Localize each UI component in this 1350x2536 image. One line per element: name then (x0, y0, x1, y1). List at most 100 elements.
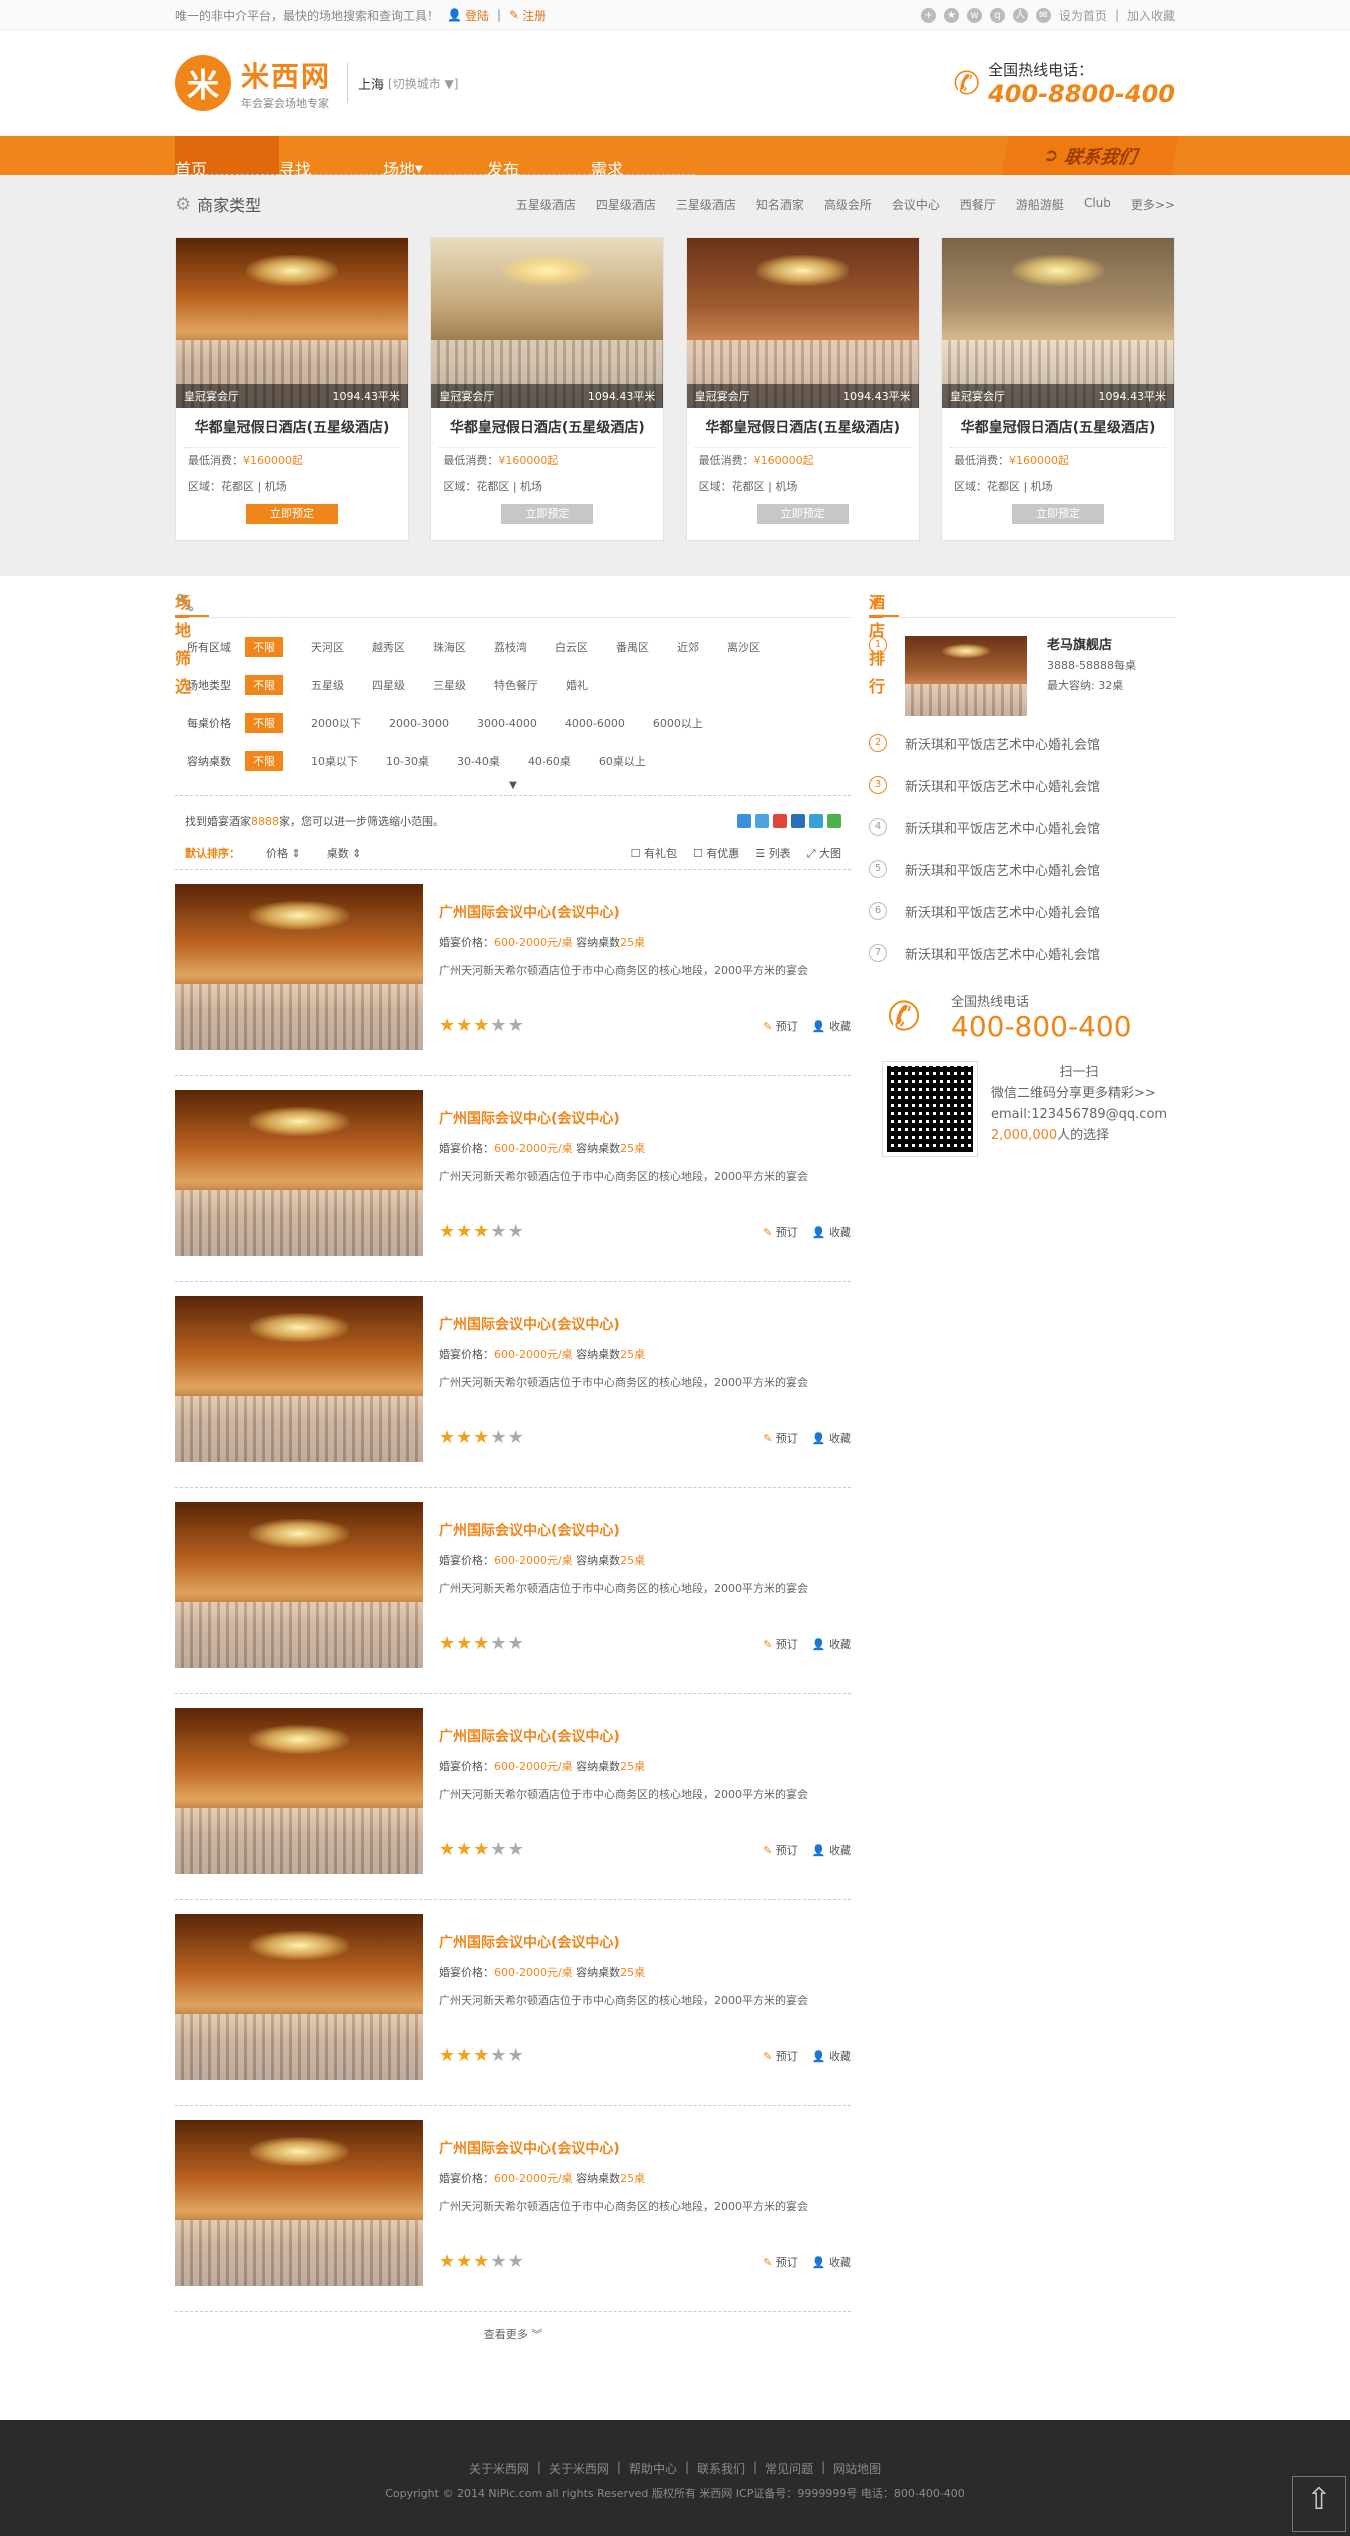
favorite-link[interactable]: 👤 收藏 (812, 1224, 851, 1240)
filter-option[interactable]: 不限 (245, 713, 283, 733)
tencent-icon[interactable] (809, 814, 823, 828)
share-plus-icon[interactable]: + (920, 7, 936, 23)
book-now-button[interactable]: 立即预定 (246, 504, 338, 524)
venue-photo[interactable] (175, 1296, 423, 1462)
filter-option[interactable]: 番禺区 (616, 639, 649, 655)
filter-option[interactable]: 10-30桌 (386, 753, 429, 769)
venue-name[interactable]: 广州国际会议中心(会议中心) (439, 1932, 851, 1952)
ranking-item[interactable]: 5 新沃琪和平饭店艺术中心婚礼会馆 (869, 848, 1175, 890)
filter-option[interactable]: 荔枝湾 (494, 639, 527, 655)
book-link[interactable]: ✎ 预订 (763, 2048, 798, 2064)
more-link[interactable]: 更多>> (1131, 196, 1175, 213)
venue-name[interactable]: 广州国际会议中心(会议中心) (439, 1520, 851, 1540)
footer-link[interactable]: 帮助中心 (629, 2460, 677, 2477)
merchant-link[interactable]: 会议中心 (892, 196, 940, 213)
filter-option[interactable]: 不限 (245, 751, 283, 771)
filter-option[interactable]: 2000-3000 (389, 717, 449, 730)
expand-filter-icon[interactable]: ▼ (175, 780, 851, 796)
footer-link[interactable]: 关于米西网 (469, 2460, 529, 2477)
filter-option[interactable]: 特色餐厅 (494, 677, 538, 693)
filter-option[interactable]: 30-40桌 (457, 753, 500, 769)
switch-city-link[interactable]: [切换城市 ▼] (388, 75, 458, 92)
nav-home[interactable]: 首页 (175, 136, 279, 179)
favorite-link[interactable]: 👤 收藏 (812, 1018, 851, 1034)
footer-link[interactable]: 关于米西网 (549, 2460, 609, 2477)
city-selector[interactable]: 上海 [切换城市 ▼] (347, 63, 458, 103)
qzone-icon[interactable] (755, 814, 769, 828)
venue-photo[interactable] (175, 1502, 423, 1668)
weibo-icon[interactable]: w (966, 7, 982, 23)
filter-option[interactable]: 五星级 (311, 677, 344, 693)
hotel-photo[interactable]: 皇冠宴会厅 1094.43平米 (431, 238, 664, 408)
filter-option[interactable]: 越秀区 (372, 639, 405, 655)
venue-photo[interactable] (175, 1090, 423, 1256)
book-link[interactable]: ✎ 预订 (763, 1636, 798, 1652)
hotel-photo[interactable]: 皇冠宴会厅 1094.43平米 (176, 238, 408, 408)
venue-photo[interactable] (175, 884, 423, 1050)
gift-checkbox[interactable]: ☐ 有礼包 (631, 845, 677, 861)
add-favorite-link[interactable]: 加入收藏 (1127, 7, 1175, 24)
share-plus-icon[interactable] (737, 814, 751, 828)
star-icon[interactable]: ★ (943, 7, 959, 23)
book-link[interactable]: ✎ 预订 (763, 2254, 798, 2270)
hotel-name[interactable]: 华都皇冠假日酒店(五星级酒店) (439, 408, 656, 448)
book-link[interactable]: ✎ 预订 (763, 1224, 798, 1240)
discount-checkbox[interactable]: ☐ 有优惠 (693, 845, 739, 861)
large-view-button[interactable]: ⤢ 大图 (807, 845, 841, 861)
footer-link[interactable]: 常见问题 (765, 2460, 813, 2477)
sort-price[interactable]: 价格 ⇕ (266, 845, 301, 861)
filter-option[interactable]: 6000以上 (653, 715, 703, 731)
merchant-link[interactable]: 高级会所 (824, 196, 872, 213)
filter-option[interactable]: 4000-6000 (565, 717, 625, 730)
ranking-item[interactable]: 4 新沃琪和平饭店艺术中心婚礼会馆 (869, 806, 1175, 848)
venue-photo[interactable] (175, 2120, 423, 2286)
filter-option[interactable]: 60桌以上 (599, 753, 646, 769)
merchant-link[interactable]: 知名酒家 (756, 196, 804, 213)
wechat-icon[interactable] (827, 814, 841, 828)
hotel-name[interactable]: 华都皇冠假日酒店(五星级酒店) (184, 408, 400, 448)
renren-icon[interactable]: 人 (1012, 7, 1028, 23)
nav-venue[interactable]: 场地 ▼ (383, 136, 487, 179)
book-now-button[interactable]: 立即预定 (501, 504, 594, 524)
hotel-photo[interactable]: 皇冠宴会厅 1094.43平米 (941, 238, 1174, 408)
favorite-link[interactable]: 👤 收藏 (812, 2254, 851, 2270)
nav-search[interactable]: 寻找 (279, 136, 383, 179)
merchant-link[interactable]: 西餐厅 (960, 196, 996, 213)
filter-option[interactable]: 离沙区 (727, 639, 760, 655)
favorite-link[interactable]: 👤 收藏 (812, 1636, 851, 1652)
hotel-name[interactable]: 华都皇冠假日酒店(五星级酒店) (694, 408, 911, 448)
default-sort[interactable]: 默认排序： (185, 845, 240, 861)
login-link[interactable]: 👤 登陆 (447, 7, 489, 24)
venue-name[interactable]: 广州国际会议中心(会议中心) (439, 1726, 851, 1746)
merchant-link[interactable]: Club (1084, 196, 1111, 213)
register-link[interactable]: ✎ 注册 (509, 7, 546, 24)
merchant-link[interactable]: 五星级酒店 (516, 196, 576, 213)
logo[interactable]: 米 米西网 年会宴会场地专家 上海 [切换城市 ▼] (175, 55, 458, 111)
filter-option[interactable]: 10桌以下 (311, 753, 358, 769)
ranking-top-item[interactable]: 1 老马旗舰店 3888-58888每桌 最大容纳: 32桌 (869, 630, 1175, 722)
merchant-link[interactable]: 三星级酒店 (676, 196, 736, 213)
filter-option[interactable]: 珠海区 (433, 639, 466, 655)
filter-option[interactable]: 不限 (245, 637, 283, 657)
filter-option[interactable]: 三星级 (433, 677, 466, 693)
favorite-link[interactable]: 👤 收藏 (812, 1430, 851, 1446)
ranking-item[interactable]: 2 新沃琪和平饭店艺术中心婚礼会馆 (869, 722, 1175, 764)
ranking-item[interactable]: 6 新沃琪和平饭店艺术中心婚礼会馆 (869, 890, 1175, 932)
book-link[interactable]: ✎ 预订 (763, 1842, 798, 1858)
book-link[interactable]: ✎ 预订 (763, 1430, 798, 1446)
list-view-button[interactable]: ☰ 列表 (755, 845, 790, 861)
book-now-button[interactable]: 立即预定 (1011, 504, 1104, 524)
ranking-item[interactable]: 7 新沃琪和平饭店艺术中心婚礼会馆 (869, 932, 1175, 974)
renren-icon[interactable] (791, 814, 805, 828)
venue-name[interactable]: 广州国际会议中心(会议中心) (439, 902, 851, 922)
filter-option[interactable]: 3000-4000 (477, 717, 537, 730)
filter-option[interactable]: 婚礼 (566, 677, 588, 693)
ranking-item[interactable]: 3 新沃琪和平饭店艺术中心婚礼会馆 (869, 764, 1175, 806)
wechat-icon[interactable]: ✉ (1035, 7, 1051, 23)
wechat-link[interactable]: 微信二维码分享更多精彩>> (991, 1083, 1167, 1104)
contact-us-button[interactable]: ➲ 联系我们 (1001, 136, 1179, 175)
favorite-link[interactable]: 👤 收藏 (812, 2048, 851, 2064)
filter-option[interactable]: 四星级 (372, 677, 405, 693)
weibo-icon[interactable] (773, 814, 787, 828)
venue-photo[interactable] (175, 1708, 423, 1874)
